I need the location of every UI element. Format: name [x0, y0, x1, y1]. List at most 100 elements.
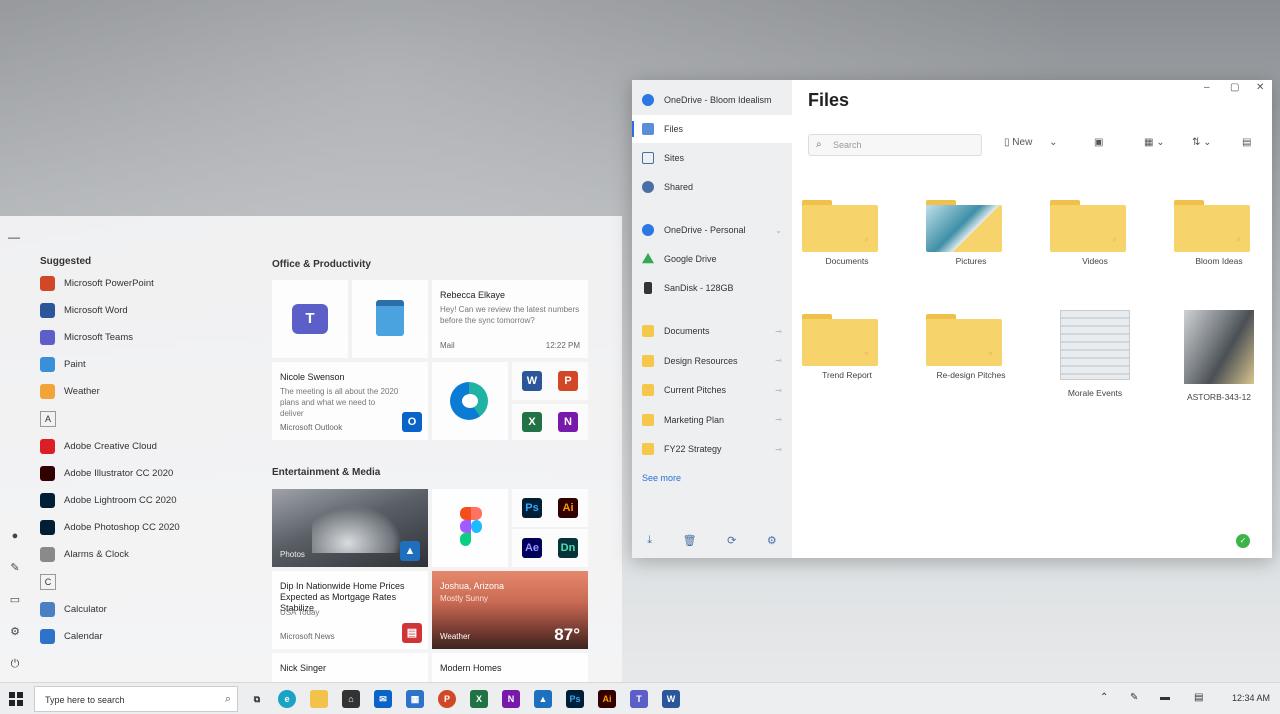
power-icon[interactable]: ⏻ [7, 656, 23, 672]
pin-icon[interactable]: ⊸ [775, 356, 782, 365]
notepad-tile[interactable] [352, 280, 428, 358]
clock[interactable]: 12:34 AM [1232, 693, 1270, 703]
illustrator-taskbar-icon[interactable]: Ai [598, 690, 616, 708]
sidebar-folder-item[interactable]: FY22 Strategy ⊸ [632, 435, 792, 463]
app-list-item[interactable]: Paint [36, 351, 246, 378]
sync-icon[interactable]: ⟳ [727, 534, 736, 547]
taskbar-search-box[interactable]: Type here to search ⌕ [34, 686, 238, 712]
edge-taskbar-icon[interactable]: e [278, 690, 296, 708]
news-tile[interactable]: Dip In Nationwide Home Prices Expected a… [272, 571, 428, 649]
excel-taskbar-icon[interactable]: X [470, 690, 488, 708]
app-list-item[interactable]: Microsoft Teams [36, 324, 246, 351]
photos-tile[interactable]: Photos ▲ [272, 489, 428, 567]
homes-tile[interactable]: Modern Homes [432, 653, 588, 682]
app-list-item[interactable]: Adobe Creative Cloud [36, 433, 246, 460]
sidebar-folder-item[interactable]: Documents ⊸ [632, 317, 792, 345]
location-google-drive[interactable]: Google Drive [632, 245, 792, 273]
word-taskbar-icon[interactable]: W [662, 690, 680, 708]
teams-tile[interactable]: T [272, 280, 348, 358]
minimize-icon[interactable]: – [1204, 82, 1210, 93]
pin-icon[interactable]: ⊸ [775, 415, 782, 424]
app-list-item[interactable]: Adobe Lightroom CC 2020 [36, 487, 246, 514]
details-pane-button[interactable]: ▤ [1242, 137, 1251, 148]
onenote-taskbar-icon[interactable]: N [502, 690, 520, 708]
close-icon[interactable]: ✕ [1256, 82, 1264, 93]
calendar-taskbar-icon[interactable]: ▦ [406, 690, 424, 708]
figma-tile[interactable] [432, 489, 508, 567]
account-switcher[interactable]: OneDrive - Bloom Idealism [632, 86, 792, 114]
sidebar-folder-item[interactable]: Design Resources ⊸ [632, 347, 792, 375]
see-more-link[interactable]: See more [632, 464, 792, 492]
settings-gear-icon[interactable]: ⚙ [7, 624, 23, 640]
recycle-bin-icon[interactable]: 🗑 [683, 534, 697, 547]
outlook-tile[interactable]: Nicole Swenson The meeting is all about … [272, 362, 428, 440]
app-list-item[interactable]: Calculator [36, 596, 246, 623]
start-button[interactable] [9, 692, 23, 706]
notifications-icon[interactable]: ▤ [1194, 692, 1203, 703]
view-button[interactable]: ▦ ⌄ [1144, 137, 1165, 148]
app-list-item[interactable]: Adobe Photoshop CC 2020 [36, 514, 246, 541]
powerpoint-taskbar-icon[interactable]: P [438, 690, 456, 708]
task-view-icon[interactable]: ⧉ [248, 690, 266, 708]
sort-button[interactable]: ⇅ ⌄ [1192, 137, 1212, 148]
file-item[interactable]: ▫ Videos [1050, 196, 1140, 266]
contact-tile[interactable]: Nick Singer [272, 653, 428, 682]
location-sandisk[interactable]: SanDisk - 128GB [632, 274, 792, 302]
pin-icon[interactable]: ⊸ [775, 327, 782, 336]
onenote-icon[interactable]: N [558, 412, 578, 432]
weather-tile[interactable]: Joshua, Arizona Mostly Sunny Weather 87° [432, 571, 588, 649]
settings-icon[interactable]: ⚙ [767, 534, 777, 547]
sidebar-folder-item[interactable]: Current Pitches ⊸ [632, 376, 792, 404]
nav-sites[interactable]: Sites [632, 144, 792, 172]
teams-taskbar-icon[interactable]: T [630, 690, 648, 708]
photoshop-icon[interactable]: Ps [522, 498, 542, 518]
store-icon[interactable]: ⌂ [342, 690, 360, 708]
app-list-item[interactable]: Weather [36, 378, 246, 405]
chevron-down-icon[interactable]: ⌄ [775, 226, 782, 235]
new-button[interactable]: ▯ New ⌄ [1004, 137, 1057, 148]
app-list-item[interactable]: Microsoft Word [36, 297, 246, 324]
pictures-icon[interactable]: ▭ [7, 592, 23, 608]
file-item[interactable]: ▫ Re-design Pitches [926, 310, 1016, 380]
edge-tile[interactable] [432, 362, 508, 440]
excel-icon[interactable]: X [522, 412, 542, 432]
app-list-item[interactable]: Alarms & Clock [36, 541, 246, 568]
file-item[interactable]: Pictures [926, 196, 1016, 266]
photoshop-taskbar-icon[interactable]: Ps [566, 690, 584, 708]
documents-icon[interactable]: ✎ [7, 560, 23, 576]
dimension-icon[interactable]: Dn [558, 538, 578, 558]
photos-taskbar-icon[interactable]: ▲ [534, 690, 552, 708]
app-list-item[interactable]: Adobe Illustrator CC 2020 [36, 460, 246, 487]
share-button[interactable]: ▣ [1094, 137, 1103, 148]
app-list-item[interactable]: Microsoft PowerPoint [36, 270, 246, 297]
pen-icon[interactable]: ✎ [1130, 692, 1138, 703]
nav-shared[interactable]: Shared [632, 173, 792, 201]
file-item[interactable]: ▫ Documents [802, 196, 892, 266]
file-item[interactable]: Morale Events [1050, 310, 1140, 398]
file-item[interactable]: ▫ Trend Report [802, 310, 892, 380]
location-onedrive-personal[interactable]: OneDrive - Personal ⌄ [632, 216, 792, 244]
sync-status-icon[interactable]: ✓ [1236, 534, 1250, 548]
pin-icon[interactable]: ⊸ [775, 445, 782, 454]
search-input[interactable]: ⌕ Search [808, 134, 982, 156]
pin-icon[interactable]: ⊸ [775, 386, 782, 395]
word-icon[interactable]: W [522, 371, 542, 391]
tray-chevron-icon[interactable]: ⌃ [1100, 692, 1108, 703]
illustrator-icon[interactable]: Ai [558, 498, 578, 518]
file-item[interactable]: ASTORB-343-12 [1174, 310, 1264, 402]
letter-a-header[interactable]: A [40, 411, 56, 427]
mail-taskbar-icon[interactable]: ✉ [374, 690, 392, 708]
sidebar-folder-item[interactable]: Marketing Plan ⊸ [632, 406, 792, 434]
file-item[interactable]: ▫ Bloom Ideas [1174, 196, 1264, 266]
aftereffects-icon[interactable]: Ae [522, 538, 542, 558]
user-avatar-icon[interactable]: ● [7, 528, 23, 544]
file-explorer-icon[interactable] [310, 690, 328, 708]
maximize-icon[interactable]: ▢ [1230, 82, 1239, 93]
app-list-item[interactable]: Calendar [36, 623, 246, 650]
powerpoint-icon[interactable]: P [558, 371, 578, 391]
letter-c-header[interactable]: C [40, 574, 56, 590]
mail-tile[interactable]: Rebecca Elkaye Hey! Can we review the la… [432, 280, 588, 358]
nav-files[interactable]: Files [632, 115, 792, 143]
battery-icon[interactable]: ▬ [1160, 692, 1170, 703]
download-icon[interactable]: ⤓ [647, 534, 652, 547]
